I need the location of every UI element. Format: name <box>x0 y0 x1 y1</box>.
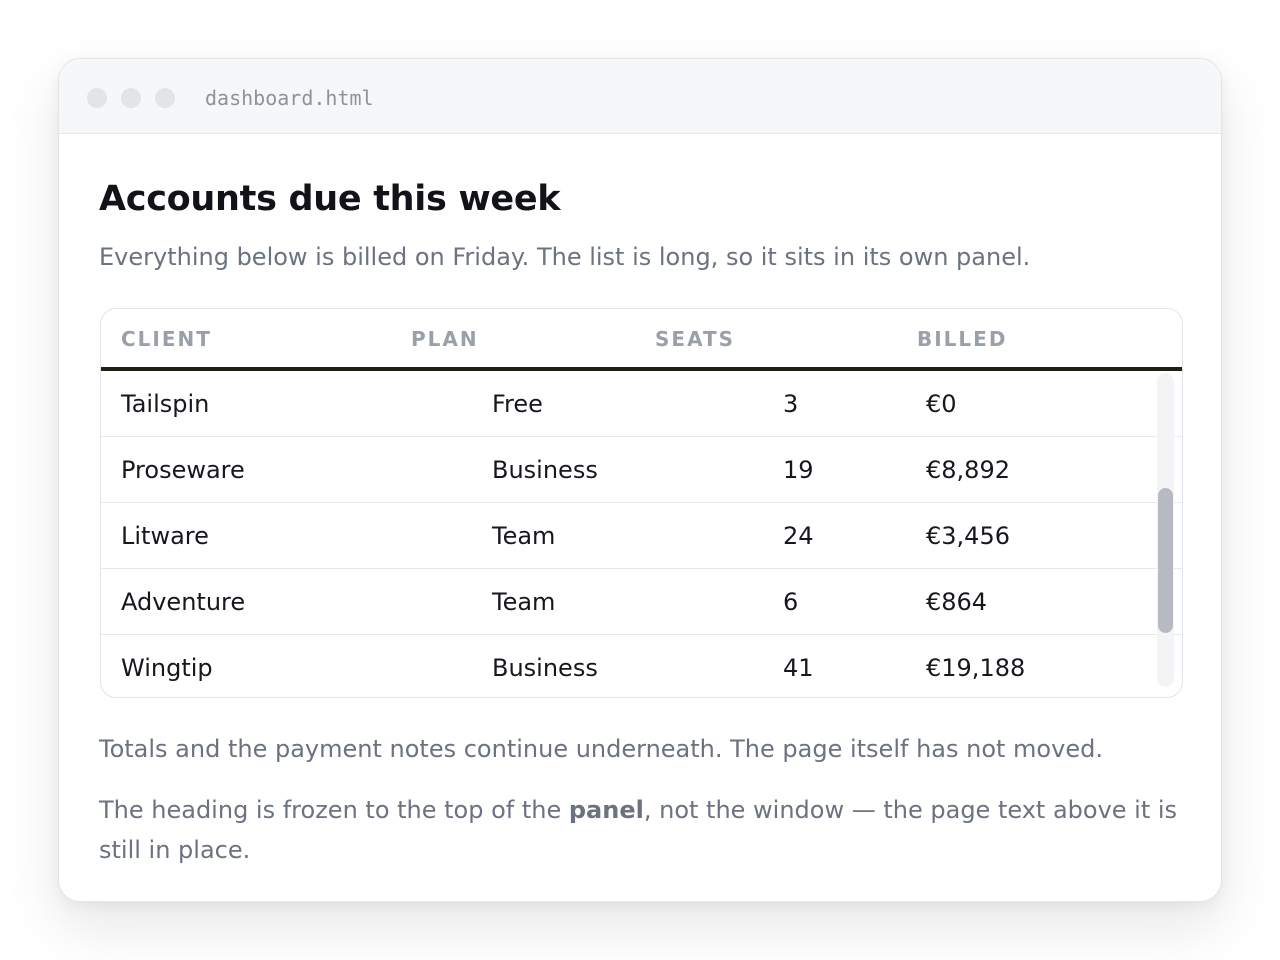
totals-note: Totals and the payment notes continue un… <box>99 735 1103 763</box>
cell-seats: 6 <box>783 588 799 616</box>
cell-billed: €864 <box>926 588 988 616</box>
table-body: Tailspin Free 3 €0 Proseware Business 19… <box>101 371 1182 697</box>
cell-billed: €3,456 <box>926 522 1010 550</box>
window-title: dashboard.html <box>205 86 374 110</box>
sticky-table-header: CLIENT PLAN SEATS BILLED <box>101 309 1182 371</box>
cell-billed: €19,188 <box>926 654 1026 682</box>
page-title: Accounts due this week <box>99 179 561 219</box>
cell-client: Adventure <box>121 588 246 616</box>
cell-client: Tailspin <box>121 390 210 418</box>
frozen-note-text: The heading is frozen to the top of the <box>99 796 569 824</box>
cell-plan: Business <box>492 456 598 484</box>
cell-seats: 3 <box>783 390 799 418</box>
accounts-table-panel[interactable]: Tailspin Free 3 €0 Proseware Business 19… <box>100 308 1183 698</box>
column-header-billed: BILLED <box>917 327 1008 351</box>
cell-billed: €0 <box>926 390 957 418</box>
cell-client: Proseware <box>121 456 245 484</box>
cell-seats: 41 <box>783 654 814 682</box>
maximize-window-dot[interactable] <box>155 88 175 108</box>
frozen-header-note: The heading is frozen to the top of the … <box>99 790 1185 870</box>
cell-billed: €8,892 <box>926 456 1010 484</box>
cell-plan: Free <box>492 390 543 418</box>
table-row: Adventure Team 6 €864 <box>101 569 1182 635</box>
column-header-plan: PLAN <box>411 327 479 351</box>
column-header-client: CLIENT <box>121 327 212 351</box>
minimize-window-dot[interactable] <box>121 88 141 108</box>
table-row: Wingtip Business 41 €19,188 <box>101 635 1182 697</box>
table-row: Litware Team 24 €3,456 <box>101 503 1182 569</box>
table-row: Tailspin Free 3 €0 <box>101 371 1182 437</box>
cell-client: Wingtip <box>121 654 213 682</box>
panel-scrollbar-thumb[interactable] <box>1158 488 1173 633</box>
column-header-seats: SEATS <box>655 327 736 351</box>
browser-window: dashboard.html Accounts due this week Ev… <box>58 58 1222 902</box>
cell-plan: Business <box>492 654 598 682</box>
table-row: Proseware Business 19 €8,892 <box>101 437 1182 503</box>
cell-plan: Team <box>492 588 556 616</box>
cell-seats: 24 <box>783 522 814 550</box>
cell-plan: Team <box>492 522 556 550</box>
close-window-dot[interactable] <box>87 88 107 108</box>
cell-seats: 19 <box>783 456 814 484</box>
frozen-note-emphasis: panel <box>568 796 644 824</box>
page-intro: Everything below is billed on Friday. Th… <box>99 243 1031 271</box>
cell-client: Litware <box>121 522 209 550</box>
window-titlebar: dashboard.html <box>59 59 1221 134</box>
